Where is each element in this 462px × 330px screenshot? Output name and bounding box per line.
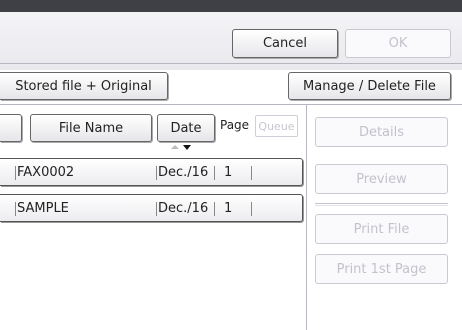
date-cell: Dec./16: [158, 165, 209, 180]
print-1st-page-button[interactable]: Print 1st Page: [315, 254, 448, 284]
file-name-cell: FAX0002: [17, 165, 75, 180]
table-row[interactable]: SAMPLE Dec./16 1: [0, 194, 303, 222]
page-cell: 1: [224, 165, 233, 180]
divider: [15, 166, 16, 180]
title-bar: [0, 0, 462, 12]
divider: [315, 203, 448, 204]
cancel-button[interactable]: Cancel: [232, 29, 338, 58]
divider: [0, 104, 462, 105]
divider: [15, 202, 16, 216]
page-cell: 1: [224, 201, 233, 216]
divider: [251, 166, 252, 180]
date-cell: Dec./16: [158, 201, 209, 216]
file-name-cell: SAMPLE: [17, 201, 69, 216]
table-row[interactable]: FAX0002 Dec./16 1: [0, 158, 303, 186]
divider: [214, 202, 215, 216]
column-header-page: Page: [220, 118, 250, 132]
details-button[interactable]: Details: [315, 117, 448, 147]
column-header-select[interactable]: [0, 114, 22, 142]
preview-button[interactable]: Preview: [315, 164, 448, 194]
divider: [214, 166, 215, 180]
divider: [315, 205, 448, 206]
divider: [0, 63, 462, 64]
divider: [156, 202, 157, 216]
print-file-button[interactable]: Print File: [315, 214, 448, 244]
divider: [251, 202, 252, 216]
sort-arrows-icon: [171, 145, 191, 150]
column-header-file-name[interactable]: File Name: [30, 114, 152, 142]
divider: [156, 166, 157, 180]
column-header-date[interactable]: Date: [157, 114, 215, 142]
manage-delete-file-button[interactable]: Manage / Delete File: [288, 72, 451, 100]
ok-button[interactable]: OK: [345, 29, 451, 58]
column-header-queue: Queue: [255, 115, 298, 137]
stored-file-original-button[interactable]: Stored file + Original: [0, 72, 168, 100]
divider: [306, 104, 307, 330]
